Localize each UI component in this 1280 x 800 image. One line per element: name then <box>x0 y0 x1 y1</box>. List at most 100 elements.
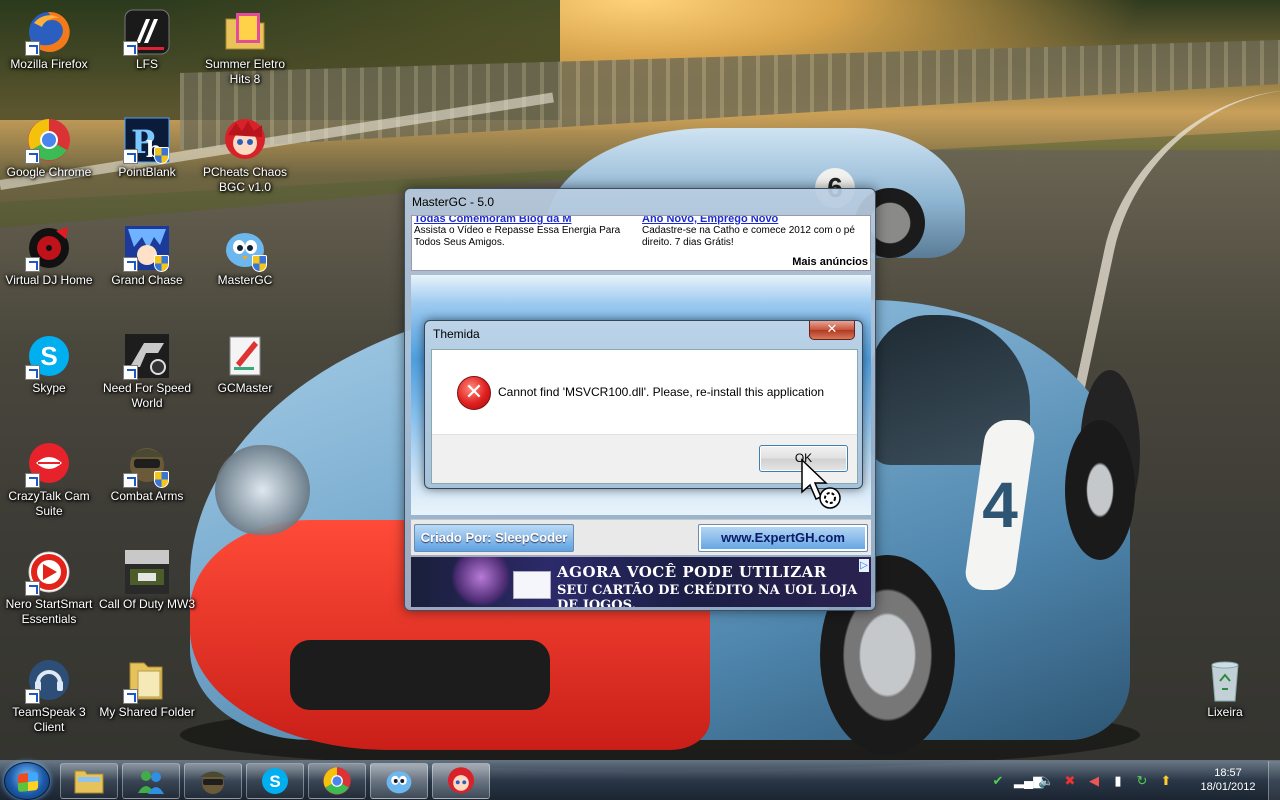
windows-logo-icon <box>18 771 38 793</box>
pcheats-icon <box>447 767 475 794</box>
desktop-icon-pcheats[interactable]: PCheats Chaos BGC v1.0 <box>196 110 294 210</box>
pcheats-icon <box>221 116 269 164</box>
shortcut-arrow-icon <box>123 689 138 704</box>
svg-text:S: S <box>40 341 57 371</box>
uac-shield-icon <box>154 255 169 272</box>
ad-right-text: Cadastre-se na Catho e comece 2012 com o… <box>642 225 855 248</box>
desktop-icon-summer-eletro-hits[interactable]: Summer Eletro Hits 8 <box>196 2 294 102</box>
teamspeak-icon <box>25 656 73 704</box>
ad-panel: Todas Comemoram Blog da M Assista o Víde… <box>411 215 871 271</box>
uac-shield-icon <box>252 255 267 272</box>
taskbar-explorer-button[interactable] <box>60 763 118 799</box>
messenger-icon <box>138 771 164 794</box>
taskbar-pcheats-button[interactable] <box>432 763 490 799</box>
ad-right-link[interactable]: Ano Novo, Emprego Novo <box>642 216 867 225</box>
desktop-icon-grand-chase[interactable]: Grand Chase <box>98 218 196 318</box>
car-headlight <box>215 445 310 535</box>
desktop-icon-combat-arms[interactable]: Combat Arms <box>98 434 196 534</box>
desktop-icon-chrome[interactable]: Google Chrome <box>0 110 98 210</box>
shortcut-arrow-icon <box>123 41 138 56</box>
shortcut-arrow-icon <box>25 257 40 272</box>
shortcut-arrow-icon <box>25 689 40 704</box>
taskbar-combat-arms-button[interactable] <box>184 763 242 799</box>
system-tray: ✔ ▂▄▆ 🔈 ✖ ◀ ▮ ↻ ⬆ <box>990 769 1174 793</box>
credit-card-image <box>513 571 551 599</box>
skype-icon: S <box>262 768 288 794</box>
desktop-icon-label: Summer Eletro Hits 8 <box>204 57 286 86</box>
battery-icon[interactable]: ▮ <box>1110 773 1126 789</box>
desktop-icon-mastergc[interactable]: MasterGC <box>196 218 294 318</box>
chrome-icon <box>323 767 351 795</box>
taskbar-messenger-button[interactable] <box>122 763 180 799</box>
recycle-bin-icon <box>1201 656 1249 704</box>
desktop-icon-label: Combat Arms <box>110 489 184 503</box>
network-signal-icon[interactable]: ▂▄▆ <box>1014 773 1043 789</box>
shortcut-arrow-icon <box>25 365 40 380</box>
desktop-icon-skype[interactable]: S Skype <box>0 326 98 426</box>
flag-alert-icon[interactable]: ✖ <box>1062 773 1078 789</box>
desktop-icon-cod-mw3[interactable]: Call Of Duty MW3 <box>98 542 196 642</box>
speaker-muted-icon[interactable]: ◀ <box>1086 773 1102 789</box>
combat-arms-icon <box>123 440 171 488</box>
shortcut-arrow-icon <box>123 365 138 380</box>
taskbar-chrome-button[interactable] <box>308 763 366 799</box>
taskbar-mastergc-button[interactable] <box>370 763 428 799</box>
adchoices-icon[interactable]: ▷ <box>859 559 869 572</box>
desktop-icon-label: Skype <box>32 381 66 395</box>
system-clock[interactable]: 18:57 18/01/2012 <box>1192 766 1264 794</box>
show-desktop-button[interactable] <box>1268 761 1280 800</box>
explorer-icon <box>74 770 104 794</box>
desktop-icon-label: LFS <box>135 57 158 71</box>
desktop-icon-shared-folder[interactable]: My Shared Folder <box>98 650 196 750</box>
svg-text:S: S <box>269 772 280 791</box>
desktop-icon-teamspeak[interactable]: TeamSpeak 3 Client <box>0 650 98 750</box>
ad-banner[interactable]: AGORA VOCÊ PODE UTILIZAR SEU CARTÃO DE C… <box>411 557 871 607</box>
more-ads-link[interactable]: Mais anúncios <box>792 256 868 268</box>
close-button[interactable]: ✕ <box>809 321 855 340</box>
security-shield-icon[interactable]: ✔ <box>990 773 1006 789</box>
folder-icon <box>123 656 171 704</box>
car-rear-wheel <box>1065 420 1135 560</box>
desktop-icon-nfs-world[interactable]: Need For Speed World <box>98 326 196 426</box>
mastergc-button-bar: Criado Por: SleepCoder www.ExpertGH.com <box>411 519 871 555</box>
dialog-content: ✕ Cannot find 'MSVCR100.dll'. Please, re… <box>431 349 858 484</box>
ad-left-link[interactable]: Todas Comemoram Blog da M <box>414 216 639 225</box>
desktop-icon-label: Nero StartSmart Essentials <box>5 597 93 626</box>
desktop-icon-label: TeamSpeak 3 Client <box>12 705 86 734</box>
window-title: MasterGC - 5.0 <box>412 195 495 209</box>
desktop-icon-crazytalk[interactable]: CrazyTalk Cam Suite <box>0 434 98 534</box>
summer-eletro-hits-icon <box>221 8 269 56</box>
banner-text-line1: AGORA VOCÊ PODE UTILIZAR <box>557 563 827 581</box>
firefox-icon <box>25 8 73 56</box>
update-icon[interactable]: ⬆ <box>1158 773 1174 789</box>
website-button[interactable]: www.ExpertGH.com <box>698 524 868 552</box>
desktop-icon-label: Mozilla Firefox <box>10 57 88 71</box>
sync-icon[interactable]: ↻ <box>1134 773 1150 789</box>
desktop-icon-label: MasterGC <box>217 273 273 287</box>
desktop-icon-label: Call Of Duty MW3 <box>98 597 195 611</box>
taskbar-skype-button[interactable]: S <box>246 763 304 799</box>
pointblank-icon: Pb <box>123 116 171 164</box>
desktop-icon-lfs[interactable]: LFS <box>98 2 196 102</box>
desktop-icon-firefox[interactable]: Mozilla Firefox <box>0 2 98 102</box>
desktop-icon-gcmaster[interactable]: GCMaster <box>196 326 294 426</box>
gcmaster-icon <box>221 332 269 380</box>
shortcut-arrow-icon <box>25 581 40 596</box>
car-number: 4 <box>982 469 1018 541</box>
nfs-world-icon <box>123 332 171 380</box>
credit-button[interactable]: Criado Por: SleepCoder <box>414 524 574 552</box>
start-button[interactable] <box>4 762 50 800</box>
shortcut-arrow-icon <box>25 149 40 164</box>
volume-icon[interactable]: 🔈 <box>1038 773 1054 789</box>
desktop-icon-recycle-bin[interactable]: Lixeira <box>1176 650 1274 750</box>
error-icon: ✕ <box>457 376 491 410</box>
virtual-dj-icon <box>25 224 73 272</box>
nero-icon <box>25 548 73 596</box>
car-grille <box>290 640 550 710</box>
desktop-icon-virtual-dj[interactable]: Virtual DJ Home <box>0 218 98 318</box>
shortcut-arrow-icon <box>123 473 138 488</box>
desktop-icon-pointblank[interactable]: Pb PointBlank <box>98 110 196 210</box>
desktop-icon-label: Grand Chase <box>111 273 183 287</box>
desktop-icon-nero[interactable]: Nero StartSmart Essentials <box>0 542 98 642</box>
banner-character-image <box>451 557 511 607</box>
